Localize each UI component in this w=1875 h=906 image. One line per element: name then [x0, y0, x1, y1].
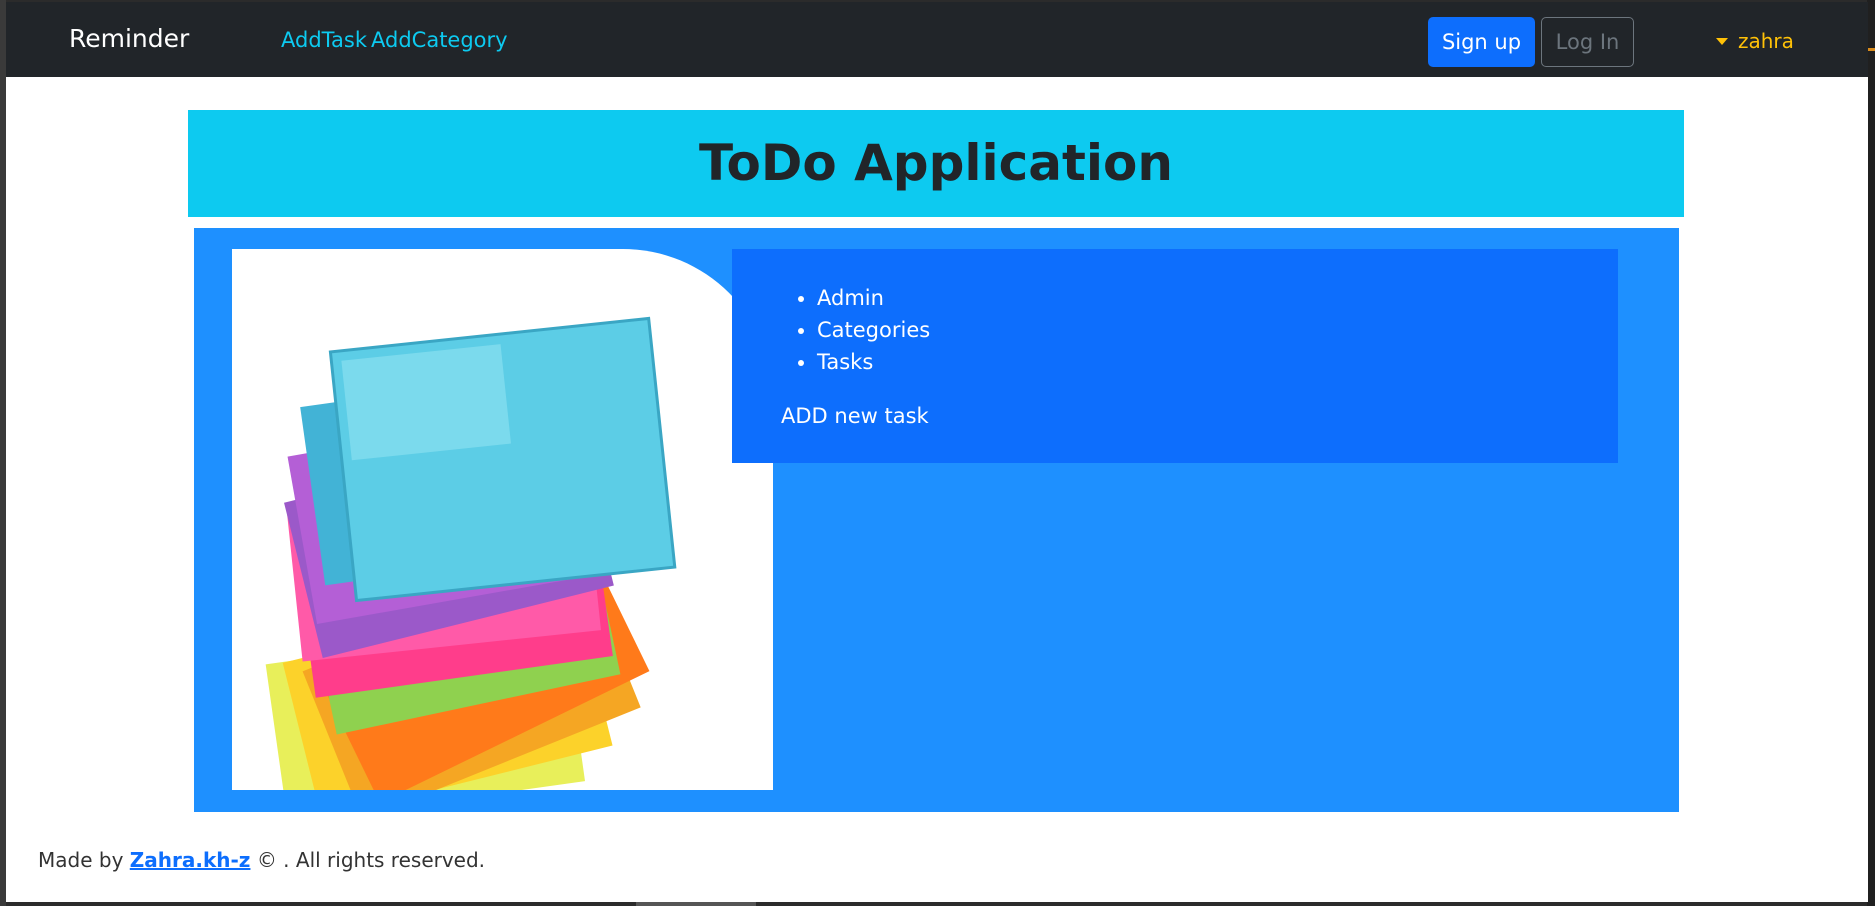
footer-suffix: © . All rights reserved.: [256, 848, 486, 872]
signup-button[interactable]: Sign up: [1428, 17, 1535, 67]
navbar: Reminder AddTask AddCategory Sign up Log…: [6, 2, 1868, 77]
sticky-notes-image: [232, 249, 773, 790]
horizontal-scrollbar[interactable]: [636, 902, 756, 906]
footer: Made by Zahra.kh-z © . All rights reserv…: [38, 848, 485, 872]
add-new-task-link[interactable]: ADD new task: [781, 404, 929, 428]
author-link[interactable]: Zahra.kh-z: [130, 848, 251, 872]
nav-link-addcategory[interactable]: AddCategory: [371, 28, 508, 52]
caret-down-icon: [1716, 37, 1728, 45]
user-dropdown[interactable]: zahra: [1716, 29, 1794, 53]
menu-item-tasks[interactable]: Tasks: [817, 346, 930, 378]
menu-item-admin[interactable]: Admin: [817, 282, 930, 314]
menu-list: Admin Categories Tasks: [792, 282, 930, 378]
menu-item-categories[interactable]: Categories: [817, 314, 930, 346]
main-panel: Admin Categories Tasks ADD new task: [194, 228, 1679, 812]
menu-box: Admin Categories Tasks ADD new task: [732, 249, 1618, 463]
nav-link-addtask[interactable]: AddTask: [281, 28, 367, 52]
screen: Reminder AddTask AddCategory Sign up Log…: [0, 0, 1875, 906]
footer-prefix: Made by: [38, 848, 124, 872]
ide-right-strip: [1867, 0, 1875, 906]
page-header: ToDo Application: [188, 110, 1684, 217]
sticky-notes-illustration: [265, 316, 677, 790]
login-button[interactable]: Log In: [1541, 17, 1634, 67]
brand-logo[interactable]: Reminder: [69, 24, 189, 53]
ide-marker: [1867, 48, 1875, 51]
browser-page: Reminder AddTask AddCategory Sign up Log…: [6, 2, 1868, 902]
user-name: zahra: [1738, 29, 1794, 53]
page-title: ToDo Application: [699, 134, 1173, 192]
